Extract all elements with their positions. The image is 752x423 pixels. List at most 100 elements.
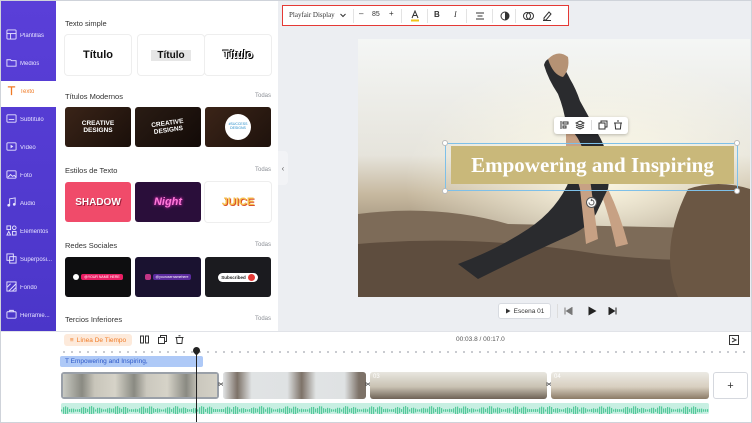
sidebar-item-background[interactable]: Fondo [1, 277, 56, 303]
see-all-link[interactable]: Todas [255, 93, 271, 99]
sidebar-item-photo[interactable]: Foto [1, 165, 56, 191]
align-center-icon[interactable] [475, 11, 485, 21]
pen-edit-icon[interactable] [542, 10, 552, 21]
waveform-bar [291, 408, 293, 413]
text-track-clip[interactable]: T Empowering and Inspiring, [60, 356, 203, 367]
trash-icon[interactable] [175, 335, 184, 344]
timeline-icon: ≡ [69, 336, 74, 344]
waveform-bar [393, 409, 395, 412]
sidebar-item-tools[interactable]: Herramie... [1, 305, 56, 331]
fit-timeline-icon[interactable] [729, 335, 739, 345]
see-all-link[interactable]: Todas [255, 242, 271, 248]
ruler-tick [439, 351, 441, 353]
timeline-toggle-button[interactable]: ≡ Línea De Tiempo [64, 334, 132, 346]
scene-clip-02[interactable] [223, 372, 366, 399]
waveform-bar [581, 407, 583, 414]
trash-icon[interactable] [613, 120, 623, 130]
font-family-select[interactable]: Playfair Display [289, 11, 335, 19]
waveform-bar [181, 408, 183, 413]
waveform-bar [253, 407, 255, 414]
split-icon[interactable] [140, 335, 149, 344]
text-template-modern-1[interactable]: CREATIVE DESIGNS [65, 107, 131, 147]
text-color-icon[interactable] [410, 10, 420, 22]
resize-handle-bottom-left[interactable] [442, 188, 448, 194]
font-size-increase-button[interactable]: + [389, 9, 394, 18]
text-template-social-instagram[interactable]: @yourusernamehere [135, 257, 201, 297]
subtitle-icon [6, 114, 17, 123]
sidebar-item-text[interactable]: Texto [1, 81, 57, 107]
text-template-style-juice[interactable]: JUICE [205, 182, 271, 222]
see-all-link[interactable]: Todas [255, 316, 271, 322]
resize-handle-top-right[interactable] [734, 140, 740, 146]
scene-clip-04[interactable]: 04 [551, 372, 709, 399]
waveform-bar [467, 408, 469, 413]
sidebar-item-templates[interactable]: Plantillas [1, 25, 56, 51]
text-template-style-shadow[interactable]: SHADOW [65, 182, 131, 222]
audio-track[interactable] [61, 403, 709, 414]
opacity-icon[interactable] [500, 11, 510, 21]
text-template-social-tiktok[interactable]: @YOUR NAME HERE [65, 257, 131, 297]
sidebar-item-video[interactable]: Vídeo [1, 137, 56, 163]
text-template-modern-3[interactable]: #SUCCESS DESIGNS [205, 107, 271, 147]
text-template-simple-3[interactable]: Título [205, 35, 271, 75]
waveform-bar [609, 406, 611, 414]
text-template-social-subscribe[interactable]: Subscribed [205, 257, 271, 297]
waveform-bar [679, 408, 681, 413]
play-icon[interactable] [587, 306, 597, 316]
italic-button[interactable]: I [454, 10, 457, 19]
rotate-handle-icon[interactable] [586, 197, 597, 208]
waveform-bar [327, 407, 329, 414]
ruler-tick [471, 351, 473, 353]
waveform-bar [649, 408, 651, 413]
scene-clip-03[interactable]: 03 [370, 372, 547, 399]
waveform-bar [395, 407, 397, 414]
waveform-bar [363, 408, 365, 413]
resize-handle-top-left[interactable] [442, 140, 448, 146]
waveform-bar [405, 406, 407, 414]
clip-number: 03 [373, 374, 380, 380]
font-size-input[interactable]: 85 [372, 11, 380, 18]
waveform-bar [167, 407, 169, 414]
animation-icon[interactable] [523, 11, 534, 21]
previous-icon[interactable] [564, 307, 573, 315]
waveform-bar [641, 407, 643, 414]
ruler-tick [535, 351, 537, 353]
next-icon[interactable] [608, 307, 617, 315]
scene-play-button[interactable]: Escena 01 [498, 303, 551, 319]
waveform-bar [379, 406, 381, 414]
layout-icon [6, 29, 17, 40]
resize-handle-bottom-right[interactable] [734, 188, 740, 194]
sidebar-item-overlay[interactable]: Superposi... [1, 249, 56, 275]
sidebar-item-media[interactable]: Medios [1, 53, 56, 79]
collapse-panel-button[interactable]: ‹ [278, 151, 288, 185]
playhead[interactable] [196, 348, 197, 422]
text-template-style-night[interactable]: Night [135, 182, 201, 222]
waveform-bar [485, 408, 487, 413]
sidebar-item-subtitle[interactable]: Subtítulo [1, 109, 56, 135]
ruler-tick [247, 351, 249, 353]
waveform-bar [111, 408, 113, 413]
ruler-tick [343, 351, 345, 353]
sidebar-item-audio[interactable]: Audio [1, 193, 56, 219]
waveform-bar [389, 409, 391, 412]
duplicate-icon[interactable] [598, 120, 608, 130]
sidebar-item-elements[interactable]: Elementos [1, 221, 56, 247]
font-size-decrease-button[interactable]: – [359, 9, 363, 18]
text-template-modern-2[interactable]: CREATIVE DESIGNS [135, 107, 201, 147]
text-template-simple-1[interactable]: Título [65, 35, 131, 75]
align-layer-icon[interactable] [560, 120, 570, 130]
waveform-bar [269, 407, 271, 414]
add-scene-button[interactable]: + [713, 372, 748, 399]
sidebar-item-label: Elementos [20, 229, 49, 235]
waveform-bar [273, 409, 275, 412]
waveform-bar [421, 408, 423, 413]
see-all-link[interactable]: Todas [255, 167, 271, 173]
waveform-bar [159, 408, 161, 413]
waveform-bar [475, 409, 477, 412]
duplicate-icon[interactable] [158, 335, 167, 344]
waveform-bar [561, 409, 563, 412]
bold-button[interactable]: B [434, 10, 440, 19]
waveform-bar [295, 406, 297, 414]
layers-icon[interactable] [575, 120, 585, 130]
text-template-simple-2[interactable]: Título [138, 35, 204, 75]
